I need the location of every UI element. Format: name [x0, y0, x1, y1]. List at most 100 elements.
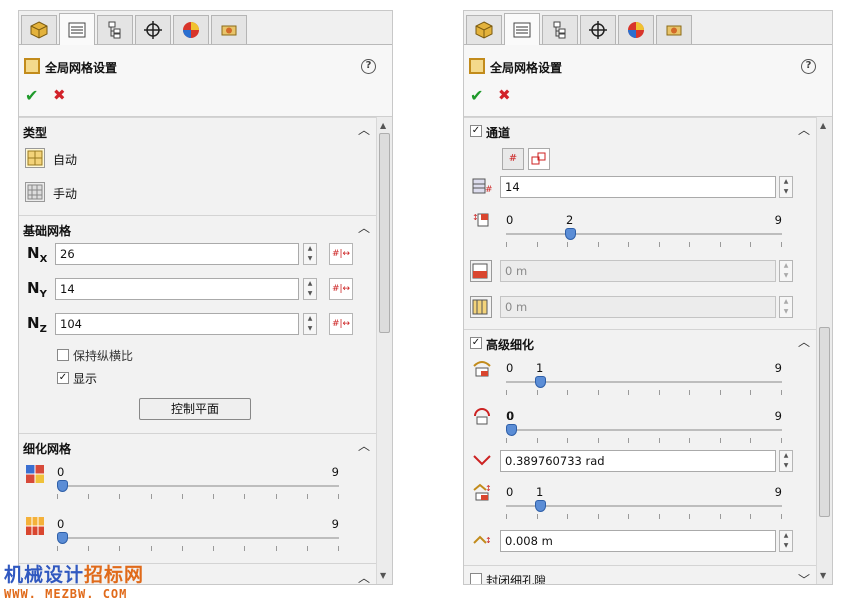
- vertical-scrollbar[interactable]: ▲ ▼: [816, 117, 832, 584]
- vertical-scrollbar[interactable]: ▲ ▼: [376, 117, 392, 584]
- slider-tick: [338, 546, 339, 551]
- tolerance-criterion-field[interactable]: 0.008 m: [500, 530, 776, 552]
- channel-refine-slider[interactable]: 0 2 9: [506, 213, 782, 252]
- tab-configuration-manager[interactable]: [542, 15, 578, 44]
- tab-dimxpert[interactable]: [135, 15, 171, 44]
- nx-field[interactable]: 26: [55, 243, 299, 265]
- nz-ratio-button[interactable]: #|↔: [329, 313, 353, 335]
- slider-tick: [182, 546, 183, 551]
- advanced-refinement-checkbox[interactable]: ✓: [470, 337, 482, 349]
- curvature-criterion-field[interactable]: 0.389760733 rad: [500, 450, 776, 472]
- channel-section: ✓ 通道 ︿ # # 14 ▲ ▼ ↕ 0 2 9 0 m ▲ ▼ 0 m ▲ ▼: [464, 117, 816, 329]
- watermark-url: WWW. MEZBW. COM: [4, 587, 128, 601]
- tolerance-criterion-spinner[interactable]: ▲ ▼: [779, 530, 793, 552]
- ok-button[interactable]: ✔: [470, 86, 483, 105]
- cancel-button[interactable]: ✖: [53, 86, 66, 104]
- collapse-chevron-icon[interactable]: ︿: [798, 333, 810, 350]
- tab-flow-simulation[interactable]: [211, 15, 247, 44]
- slider-tick: [338, 494, 339, 499]
- slider-tick: [628, 514, 629, 519]
- channel-cells-spinner[interactable]: ▲ ▼: [779, 176, 793, 198]
- slider-tick: [598, 514, 599, 519]
- refine-fluid-solid-slider[interactable]: 0 9: [57, 517, 339, 556]
- channel-cells-field[interactable]: 14: [500, 176, 776, 198]
- channel-size-mode-icon[interactable]: [528, 148, 550, 170]
- min-channel-width-icon: [470, 260, 492, 282]
- slider-value-label: 1: [536, 361, 544, 375]
- slider-knob[interactable]: [57, 480, 68, 492]
- cube-icon: [475, 21, 493, 39]
- slider-knob[interactable]: [565, 228, 576, 240]
- collapse-chevron-icon[interactable]: ︿: [358, 437, 370, 454]
- slider-knob[interactable]: [57, 532, 68, 544]
- collapse-chevron-icon[interactable]: ︿: [358, 121, 370, 138]
- mesh-settings-icon: [469, 58, 485, 74]
- tab-feature-manager[interactable]: [21, 15, 57, 44]
- slider-knob[interactable]: [535, 376, 546, 388]
- slider-knob[interactable]: [506, 424, 517, 436]
- collapse-chevron-icon[interactable]: ︿: [358, 219, 370, 236]
- nx-ratio-button[interactable]: #|↔: [329, 243, 353, 265]
- ok-button[interactable]: ✔: [25, 86, 38, 105]
- ny-field[interactable]: 14: [55, 278, 299, 300]
- nx-spinner[interactable]: ▲ ▼: [303, 243, 317, 265]
- slider-tick: [659, 242, 660, 247]
- svg-text:↕: ↕: [485, 484, 492, 493]
- ny-ratio-button[interactable]: #|↔: [329, 278, 353, 300]
- min-channel-width-field[interactable]: 0 m: [500, 260, 776, 282]
- collapse-chevron-icon[interactable]: ︿: [798, 121, 810, 138]
- nz-field[interactable]: 104: [55, 313, 299, 335]
- curvature-criterion-spinner[interactable]: ▲ ▼: [779, 450, 793, 472]
- tab-display-manager[interactable]: [618, 15, 654, 44]
- show-checkbox[interactable]: ✓: [57, 372, 69, 384]
- tab-dimxpert[interactable]: [580, 15, 616, 44]
- control-plane-button[interactable]: 控制平面: [139, 398, 251, 420]
- scroll-thumb[interactable]: [379, 133, 390, 333]
- scroll-down-icon[interactable]: ▼: [820, 571, 826, 580]
- help-icon[interactable]: ?: [801, 59, 816, 74]
- tab-display-manager[interactable]: [173, 15, 209, 44]
- property-tabs: [464, 11, 832, 45]
- slider-max-label: 9: [774, 485, 782, 499]
- ny-label: NY: [27, 279, 47, 300]
- expand-chevron-icon[interactable]: ﹀: [798, 571, 810, 584]
- manual-mesh-icon[interactable]: [25, 182, 45, 202]
- tab-configuration-manager[interactable]: [97, 15, 133, 44]
- scroll-down-icon[interactable]: ▼: [380, 571, 386, 580]
- small-solid-features-slider[interactable]: 0 1 9: [506, 361, 782, 400]
- auto-mesh-icon[interactable]: [25, 148, 45, 168]
- help-icon[interactable]: ?: [361, 59, 376, 74]
- slider-min-label: 0: [57, 465, 65, 479]
- tolerance-refinement-slider[interactable]: 0 1 9: [506, 485, 782, 524]
- show-label: 显示: [73, 372, 98, 386]
- scroll-up-icon[interactable]: ▲: [380, 121, 386, 130]
- ny-spinner[interactable]: ▲ ▼: [303, 278, 317, 300]
- tab-flow-simulation[interactable]: [656, 15, 692, 44]
- watermark: 机械设计招标网 WWW. MEZBW. COM: [4, 560, 144, 601]
- slider-track: [506, 381, 782, 383]
- tab-feature-manager[interactable]: [466, 15, 502, 44]
- max-channel-width-field[interactable]: 0 m: [500, 296, 776, 318]
- slider-max-label: 9: [774, 213, 782, 227]
- channel-count-mode-icon[interactable]: #: [502, 148, 524, 170]
- collapse-chevron-icon[interactable]: ︿: [358, 569, 370, 584]
- cancel-button[interactable]: ✖: [498, 86, 511, 104]
- keep-ratio-checkbox[interactable]: [57, 349, 69, 361]
- tab-property-manager[interactable]: [59, 13, 95, 45]
- manual-label: 手动: [53, 187, 78, 201]
- closed-gap-checkbox[interactable]: [470, 573, 482, 584]
- max-channel-width-spinner[interactable]: ▲ ▼: [779, 296, 793, 318]
- nz-spinner[interactable]: ▲ ▼: [303, 313, 317, 335]
- refine-level-slider[interactable]: 0 9: [57, 465, 339, 504]
- small-solid-features-icon: [472, 358, 492, 378]
- scroll-thumb[interactable]: [819, 327, 830, 517]
- min-channel-width-spinner[interactable]: ▲ ▼: [779, 260, 793, 282]
- scroll-up-icon[interactable]: ▲: [820, 121, 826, 130]
- slider-knob[interactable]: [535, 500, 546, 512]
- channel-checkbox[interactable]: ✓: [470, 125, 482, 137]
- slider-min-label: 0: [57, 517, 65, 531]
- tab-property-manager[interactable]: [504, 13, 540, 45]
- section-title: 封闭细孔隙: [486, 574, 547, 584]
- config-tree-icon: [551, 21, 569, 39]
- curvature-slider[interactable]: 0 0 9: [506, 409, 782, 448]
